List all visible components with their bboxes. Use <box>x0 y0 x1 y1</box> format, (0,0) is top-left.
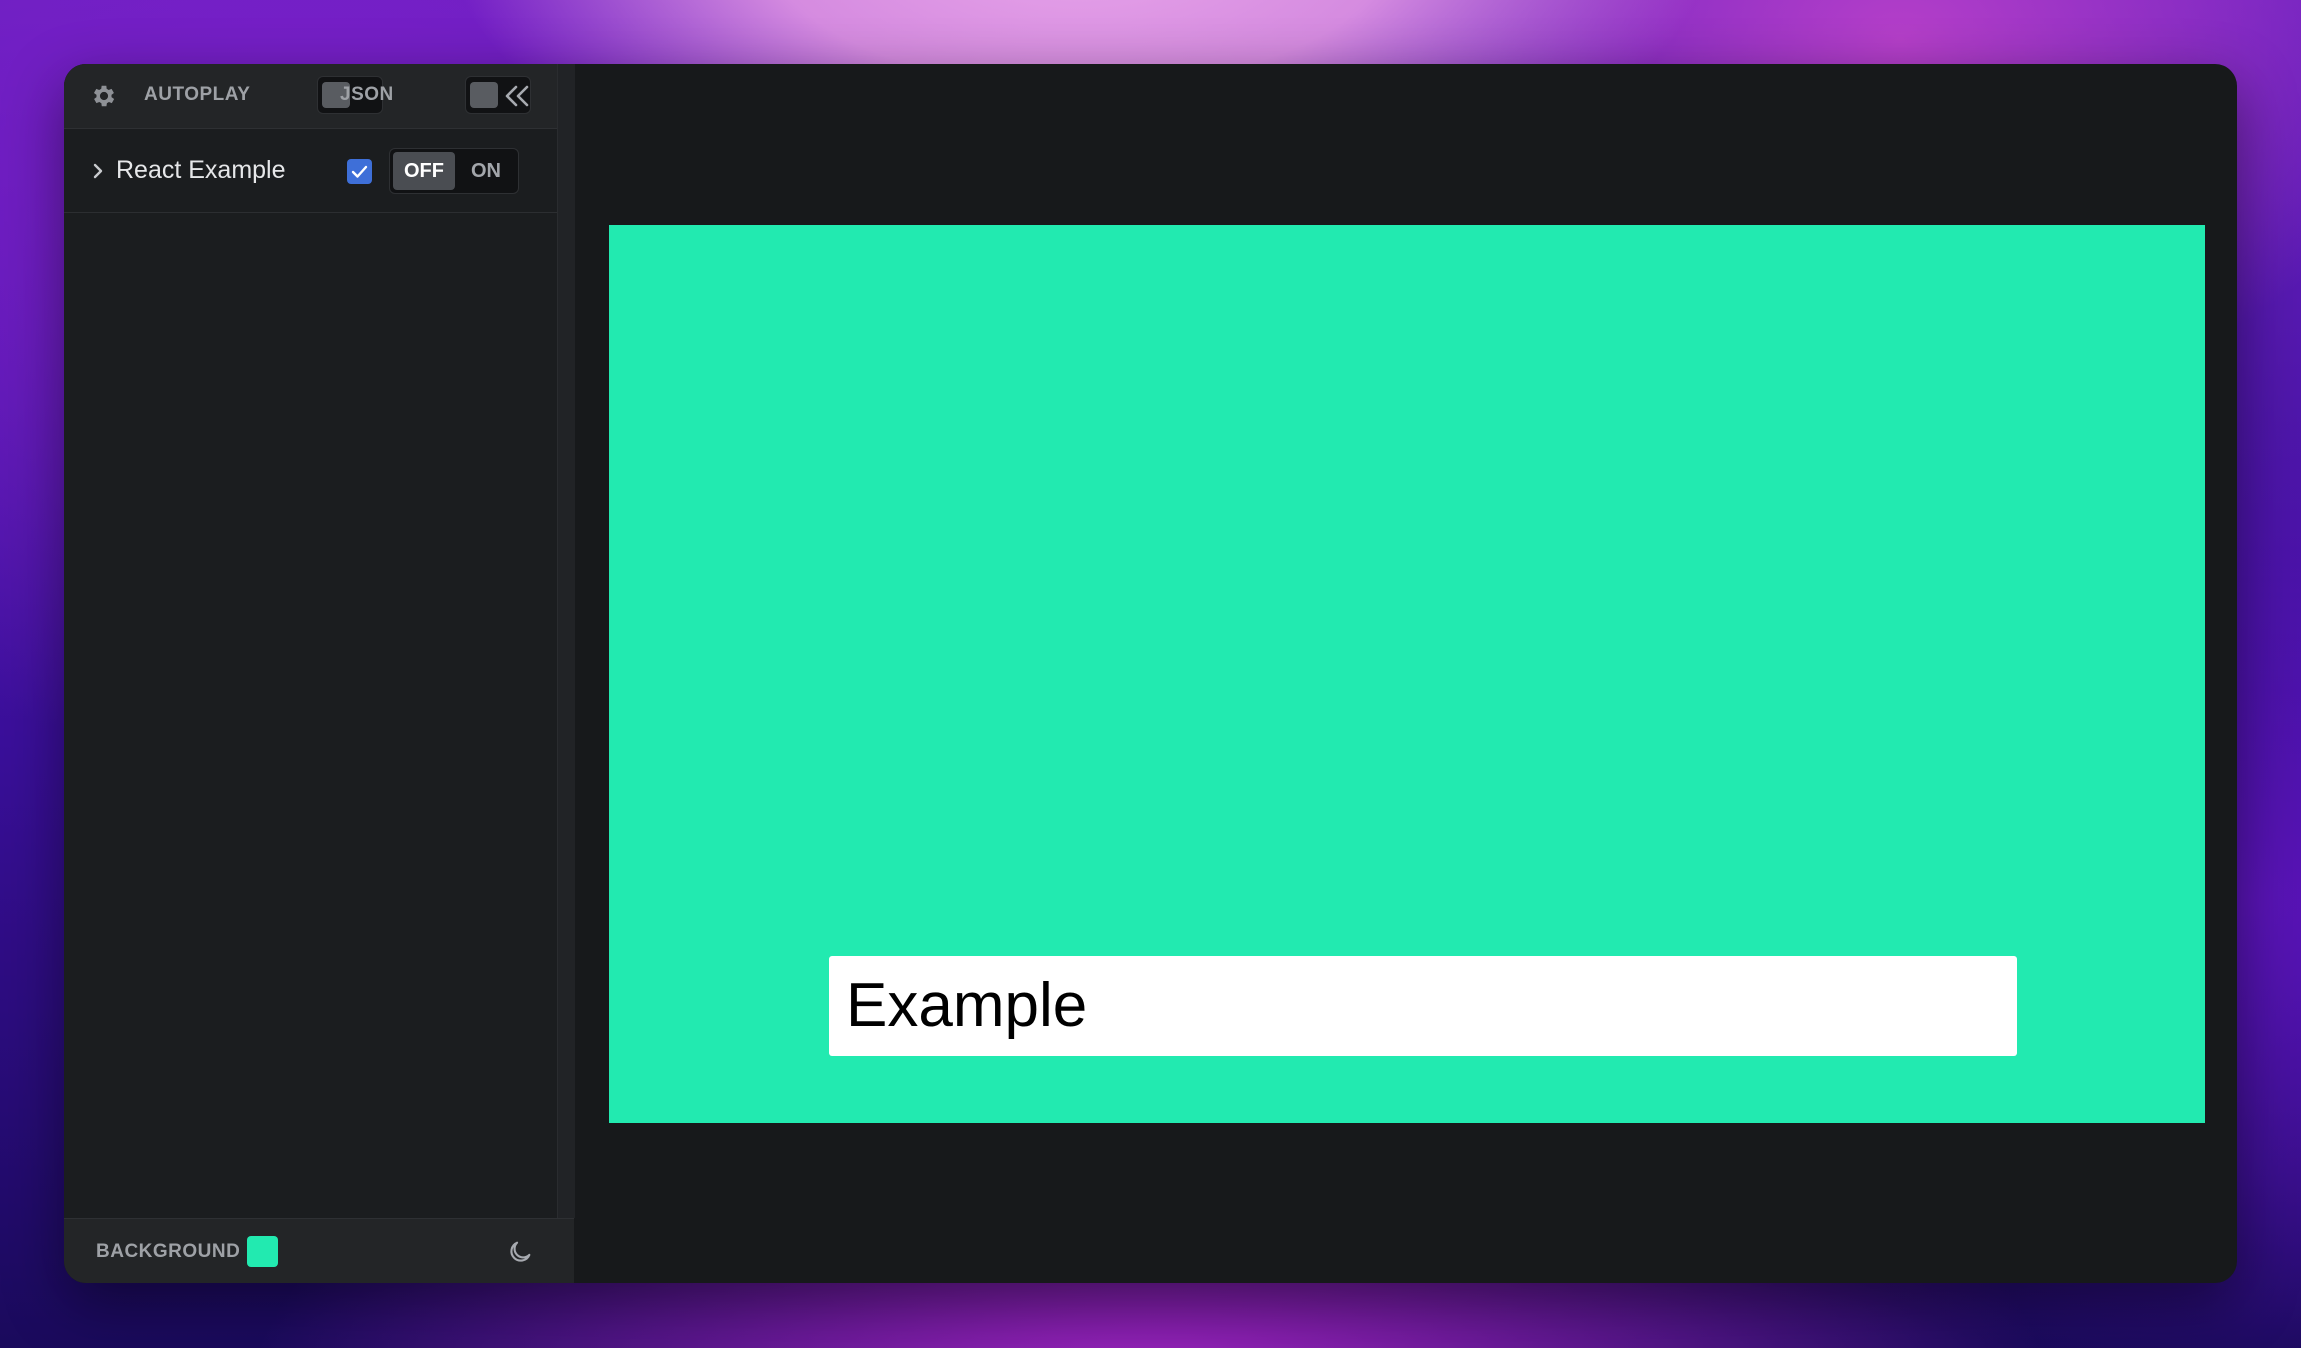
checkmark-icon <box>351 165 368 178</box>
panel-header: AUTOPLAY JSON <box>64 64 574 129</box>
enabled-checkbox[interactable] <box>347 159 372 184</box>
preview-stage: Example <box>609 225 2205 1123</box>
json-toggle-knob <box>470 82 498 108</box>
control-panel: AUTOPLAY JSON React Example OFF ON BACKG… <box>64 64 575 1283</box>
autoplay-label: AUTOPLAY <box>144 84 251 105</box>
list-item-react-example[interactable]: React Example OFF ON <box>64 130 557 213</box>
panel-scrollbar[interactable] <box>557 64 575 1218</box>
option-on[interactable]: ON <box>457 152 515 190</box>
panel-footer: BACKGROUND <box>64 1218 574 1283</box>
gear-icon[interactable] <box>90 82 118 110</box>
background-label: BACKGROUND <box>96 1241 241 1262</box>
double-chevron-left-icon[interactable] <box>500 80 534 112</box>
editor-window: AUTOPLAY JSON React Example OFF ON BACKG… <box>64 64 2237 1283</box>
moon-icon[interactable] <box>506 1238 534 1266</box>
off-on-segmented-control[interactable]: OFF ON <box>389 148 519 194</box>
chevron-right-icon[interactable] <box>90 160 106 182</box>
example-text: Example <box>846 971 1088 1040</box>
option-off[interactable]: OFF <box>393 152 455 190</box>
example-text-box: Example <box>829 956 2017 1056</box>
json-label: JSON <box>340 84 394 105</box>
background-color-swatch[interactable] <box>247 1236 278 1267</box>
list-item-label: React Example <box>116 156 286 184</box>
